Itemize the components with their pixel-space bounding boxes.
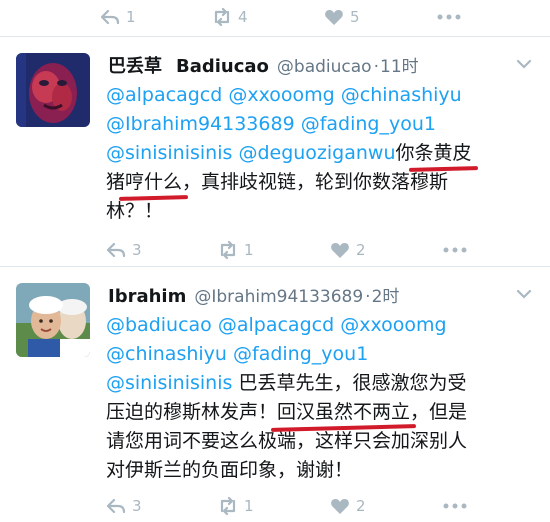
user-handle[interactable]: @Ibrahim94133689	[194, 287, 363, 307]
retweet-icon	[220, 241, 236, 259]
like-button[interactable]: 2	[330, 497, 442, 515]
more-icon	[443, 503, 467, 509]
avatar[interactable]	[16, 53, 90, 127]
text-segment: 猪	[106, 171, 126, 193]
highlighted-text: 哼什么	[125, 171, 183, 193]
display-name[interactable]: 巴丢草	[108, 52, 162, 78]
text-segment: ，但是	[410, 401, 468, 423]
tweet-time[interactable]: 2时	[372, 282, 400, 307]
retweet-icon	[214, 8, 230, 26]
like-icon	[331, 243, 349, 258]
like-count: 2	[356, 497, 366, 515]
mention[interactable]: @badiucao	[106, 314, 212, 336]
like-count: 2	[356, 241, 366, 259]
mention[interactable]: @fading_you1	[301, 113, 436, 135]
text-segment: 林？！	[106, 200, 164, 222]
more-button[interactable]	[436, 8, 468, 26]
reply-icon	[100, 9, 120, 25]
more-button[interactable]	[442, 497, 474, 515]
highlighted-text: 条黄皮	[414, 142, 472, 164]
reply-count: 1	[126, 8, 136, 26]
mention[interactable]: @chinashiyu	[341, 84, 462, 106]
reply-icon	[106, 242, 126, 258]
text-segment: 巴丢草先生，很感激您为受	[238, 372, 467, 394]
retweet-count: 4	[238, 8, 248, 26]
text-segment: 请您用词不要这么极端，这样只会加深别人	[106, 430, 468, 452]
retweet-count: 1	[244, 497, 254, 515]
text-segment: 压迫的穆斯林发声！	[106, 401, 278, 423]
dot-separator: ·	[365, 287, 371, 307]
tweet-header: 巴丢草 Badiucao @badiucao · 11时	[108, 52, 419, 78]
tweet-header: Ibrahim @Ibrahim94133689 · 2时	[108, 282, 399, 307]
action-bar: 3 1 2	[106, 241, 474, 259]
reply-button[interactable]: 3	[106, 497, 218, 515]
display-name-latin[interactable]: Badiucao	[176, 56, 269, 77]
mention[interactable]: @sinisinisinis	[106, 372, 232, 394]
mention[interactable]: @chinashiyu	[106, 343, 227, 365]
avatar[interactable]	[16, 283, 90, 357]
like-button[interactable]: 5	[324, 8, 436, 26]
like-icon	[331, 499, 349, 514]
mention[interactable]: @xxooomg	[340, 314, 446, 336]
tweet-text: @badiucao @alpacagcd @xxooomg @chinashiy…	[106, 311, 536, 485]
mention[interactable]: @sinisinisinis	[106, 142, 232, 164]
reply-button[interactable]: 3	[106, 241, 218, 259]
retweet-count: 1	[244, 241, 254, 259]
user-handle[interactable]: @badiucao	[277, 57, 372, 77]
reply-icon	[106, 498, 126, 514]
mention[interactable]: @alpacagcd	[106, 84, 222, 106]
more-icon	[443, 247, 467, 253]
mention[interactable]: @fading_you1	[233, 343, 368, 365]
tweet-badiucao[interactable]: 巴丢草 Badiucao @badiucao · 11时 @alpacagcd …	[0, 37, 550, 267]
mention[interactable]: @Ibrahim94133689	[106, 113, 295, 135]
highlighted-text: 回汉虽然不两立	[277, 401, 411, 423]
retweet-button[interactable]: 1	[218, 497, 330, 515]
mention[interactable]: @alpacagcd	[218, 314, 334, 336]
tweet-text: @alpacagcd @xxooomg @chinashiyu @Ibrahim…	[106, 81, 536, 226]
like-icon	[325, 10, 343, 25]
like-count: 5	[350, 8, 360, 26]
reply-count: 3	[132, 241, 142, 259]
tweet-ibrahim[interactable]: Ibrahim @Ibrahim94133689 · 2时 @badiucao …	[0, 267, 550, 522]
text-segment: 对伊斯兰的负面印象，谢谢！	[106, 459, 354, 481]
retweet-icon	[220, 497, 236, 515]
text-segment: ，真排歧视链，轮到你数落穆斯	[182, 171, 449, 193]
mention[interactable]: @deguoziganwu	[238, 142, 395, 164]
like-button[interactable]: 2	[330, 241, 442, 259]
caret-down-icon[interactable]	[516, 289, 532, 299]
retweet-button[interactable]: 4	[212, 8, 324, 26]
more-icon	[437, 14, 461, 20]
top-action-bar: 1 4 5	[100, 8, 468, 26]
text-segment: 你	[395, 142, 415, 164]
mention[interactable]: @xxooomg	[228, 84, 334, 106]
dot-separator: ·	[373, 57, 379, 77]
more-button[interactable]	[442, 241, 474, 259]
display-name[interactable]: Ibrahim	[108, 286, 186, 307]
tweet-time[interactable]: 11时	[380, 52, 419, 77]
action-bar: 3 1 2	[106, 497, 474, 515]
caret-down-icon[interactable]	[516, 59, 532, 69]
reply-count: 3	[132, 497, 142, 515]
reply-button[interactable]: 1	[100, 8, 212, 26]
retweet-button[interactable]: 1	[218, 241, 330, 259]
